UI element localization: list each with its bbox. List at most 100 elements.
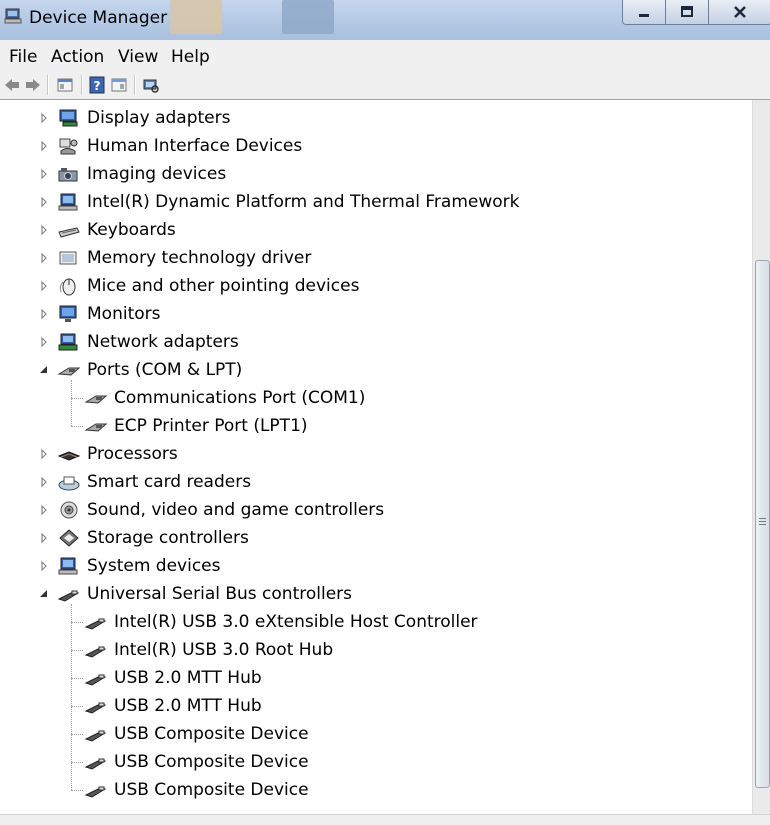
device-item[interactable]: ECP Printer Port (LPT1): [0, 412, 752, 440]
device-item-label: USB Composite Device: [114, 724, 309, 744]
device-category-label: Keyboards: [87, 220, 176, 240]
device-item[interactable]: USB Composite Device: [0, 748, 752, 776]
expand-arrow-icon[interactable]: [38, 560, 50, 572]
usb-icon: [84, 640, 108, 660]
device-category[interactable]: Network adapters: [0, 328, 752, 356]
expand-arrow-icon[interactable]: [38, 308, 50, 320]
status-bar: [0, 814, 770, 825]
back-arrow-icon[interactable]: [3, 76, 21, 94]
monitor-icon: [57, 304, 81, 324]
usb-icon: [84, 780, 108, 800]
smart-card-icon: [57, 472, 81, 492]
scan-hardware-icon[interactable]: [142, 76, 160, 94]
close-button[interactable]: [708, 0, 770, 25]
device-item-label: Communications Port (COM1): [114, 388, 366, 408]
update-driver-icon[interactable]: [110, 76, 128, 94]
device-category-label: Universal Serial Bus controllers: [87, 584, 353, 604]
tree-connector: [71, 734, 83, 735]
expand-arrow-icon[interactable]: [38, 280, 50, 292]
device-category-label: Display adapters: [87, 108, 231, 128]
device-item[interactable]: Intel(R) USB 3.0 Root Hub: [0, 636, 752, 664]
expand-arrow-icon[interactable]: [38, 252, 50, 264]
system-device-icon: [57, 556, 81, 576]
expand-arrow-icon[interactable]: [38, 532, 50, 544]
tree-connector: [71, 398, 83, 399]
device-tree[interactable]: Display adapters Human Interface Devices I…: [0, 100, 752, 814]
tree-connector: [71, 706, 83, 707]
device-category[interactable]: Storage controllers: [0, 524, 752, 552]
device-category-label: Network adapters: [87, 332, 239, 352]
collapse-arrow-icon[interactable]: [38, 364, 50, 376]
tree-connector: [71, 604, 72, 790]
menu-view[interactable]: View: [118, 47, 158, 67]
device-category-label: Memory technology driver: [87, 248, 312, 268]
expand-arrow-icon[interactable]: [38, 504, 50, 516]
device-category[interactable]: Display adapters: [0, 104, 752, 132]
device-category[interactable]: Human Interface Devices: [0, 132, 752, 160]
keyboard-icon: [57, 220, 81, 240]
expand-arrow-icon[interactable]: [38, 476, 50, 488]
device-item-label: USB 2.0 MTT Hub: [114, 668, 262, 688]
maximize-button[interactable]: [665, 0, 709, 25]
device-item[interactable]: USB Composite Device: [0, 776, 752, 804]
device-category-label: Imaging devices: [87, 164, 227, 184]
device-category-label: Intel(R) Dynamic Platform and Thermal Fr…: [87, 192, 520, 212]
toolbar-separator: [47, 75, 49, 95]
processor-icon: [57, 444, 81, 464]
minimize-button[interactable]: [622, 0, 666, 25]
device-category[interactable]: Imaging devices: [0, 160, 752, 188]
collapse-arrow-icon[interactable]: [38, 588, 50, 600]
menu-help[interactable]: Help: [171, 47, 210, 67]
usb-icon: [57, 584, 81, 604]
device-category[interactable]: Intel(R) Dynamic Platform and Thermal Fr…: [0, 188, 752, 216]
device-item[interactable]: Intel(R) USB 3.0 eXtensible Host Control…: [0, 608, 752, 636]
expand-arrow-icon[interactable]: [38, 448, 50, 460]
tree-connector: [71, 426, 83, 427]
memory-icon: [57, 248, 81, 268]
scrollbar-thumb[interactable]: [755, 260, 770, 788]
device-category[interactable]: Universal Serial Bus controllers: [0, 580, 752, 608]
menu-file[interactable]: File: [9, 47, 37, 67]
port-icon: [57, 360, 81, 380]
device-item-label: Intel(R) USB 3.0 Root Hub: [114, 640, 334, 660]
vertical-scrollbar[interactable]: [752, 100, 770, 814]
toolbar-separator: [134, 75, 136, 95]
minimize-icon: [639, 14, 649, 17]
help-icon[interactable]: ?: [88, 76, 106, 94]
device-category[interactable]: Memory technology driver: [0, 244, 752, 272]
device-item-label: USB Composite Device: [114, 752, 309, 772]
expand-arrow-icon[interactable]: [38, 224, 50, 236]
device-item-label: ECP Printer Port (LPT1): [114, 416, 308, 436]
properties-icon[interactable]: [56, 76, 74, 94]
menu-action[interactable]: Action: [51, 47, 104, 67]
forward-arrow-icon[interactable]: [24, 76, 42, 94]
device-item[interactable]: USB 2.0 MTT Hub: [0, 692, 752, 720]
expand-arrow-icon[interactable]: [38, 112, 50, 124]
tree-connector: [71, 762, 83, 763]
device-category-label: Mice and other pointing devices: [87, 276, 360, 296]
title-bar[interactable]: Device Manager: [0, 0, 770, 40]
storage-icon: [57, 528, 81, 548]
device-category[interactable]: Sound, video and game controllers: [0, 496, 752, 524]
device-category[interactable]: Processors: [0, 440, 752, 468]
device-item[interactable]: USB Composite Device: [0, 720, 752, 748]
device-item-label: Intel(R) USB 3.0 eXtensible Host Control…: [114, 612, 478, 632]
device-item[interactable]: USB 2.0 MTT Hub: [0, 664, 752, 692]
device-category-label: Ports (COM & LPT): [87, 360, 243, 380]
device-category[interactable]: Monitors: [0, 300, 752, 328]
tree-connector: [71, 622, 83, 623]
device-category[interactable]: Smart card readers: [0, 468, 752, 496]
device-category[interactable]: System devices: [0, 552, 752, 580]
device-category-label: Sound, video and game controllers: [87, 500, 385, 520]
device-category-label: System devices: [87, 556, 221, 576]
tree-connector: [71, 678, 83, 679]
device-category[interactable]: Mice and other pointing devices: [0, 272, 752, 300]
device-category[interactable]: Keyboards: [0, 216, 752, 244]
expand-arrow-icon[interactable]: [38, 196, 50, 208]
toolbar-separator: [81, 75, 83, 95]
expand-arrow-icon[interactable]: [38, 168, 50, 180]
expand-arrow-icon[interactable]: [38, 140, 50, 152]
device-item[interactable]: Communications Port (COM1): [0, 384, 752, 412]
expand-arrow-icon[interactable]: [38, 336, 50, 348]
device-category[interactable]: Ports (COM & LPT): [0, 356, 752, 384]
